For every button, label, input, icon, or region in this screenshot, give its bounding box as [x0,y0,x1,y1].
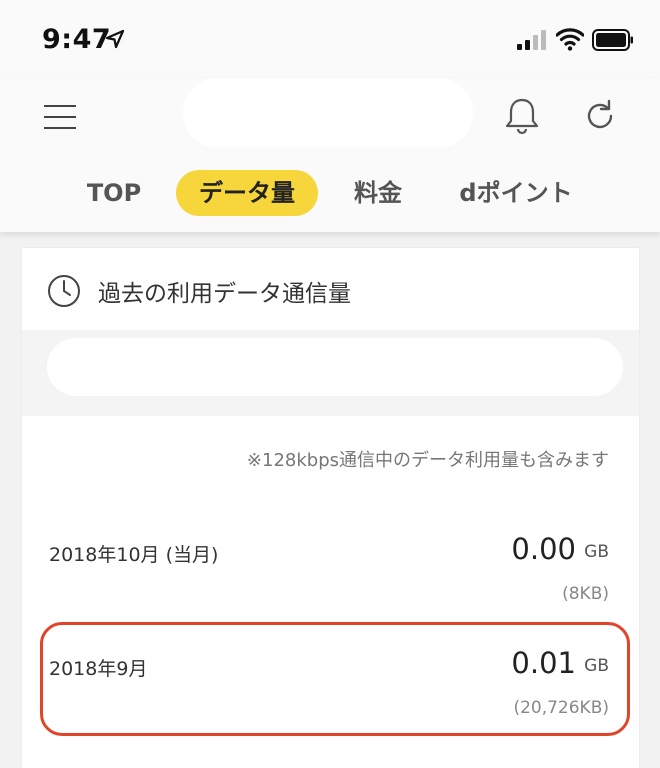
usage-row: 2018年9月 0.01 GB (20,726KB) [22,646,639,726]
usage-note: ※128kbps通信中のデータ利用量も含みます [246,450,609,471]
usage-month: 2018年10月 (当月) [49,544,219,566]
bell-icon[interactable] [503,96,541,136]
usage-value: 0.00 [511,532,576,566]
period-selector[interactable] [47,338,623,396]
battery-icon [592,29,633,51]
refresh-icon[interactable] [582,98,618,134]
wifi-icon [556,28,584,51]
card-header: 過去の利用データ通信量 [22,248,639,330]
tab-top[interactable]: TOP [78,170,150,216]
tab-bar: TOP データ量 料金 dポイント [0,170,660,218]
cellular-signal-icon [517,30,546,50]
usage-kb: (8KB) [562,584,609,604]
usage-month: 2018年9月 [49,658,148,680]
usage-kb: (20,726KB) [513,698,609,718]
tab-charges[interactable]: 料金 [346,170,410,216]
past-usage-card: 過去の利用データ通信量 ※128kbps通信中のデータ利用量も含みます 2018… [22,248,639,768]
tab-data-usage[interactable]: データ量 [176,170,318,216]
menu-icon[interactable] [44,102,78,132]
status-bar: 9:47 [0,0,660,78]
app-header: TOP データ量 料金 dポイント [0,78,660,232]
status-time: 9:47 [42,24,112,55]
clock-icon [48,275,80,307]
location-arrow-icon [105,29,125,49]
usage-unit: GB [584,542,609,562]
card-title: 過去の利用データ通信量 [98,281,351,307]
header-title-pill [183,78,473,148]
tab-d-point[interactable]: dポイント [452,170,580,216]
usage-unit: GB [584,656,609,676]
usage-value: 0.01 [511,646,576,680]
usage-row: 2018年10月 (当月) 0.00 GB (8KB) [22,532,639,612]
period-selector-band [22,330,639,416]
